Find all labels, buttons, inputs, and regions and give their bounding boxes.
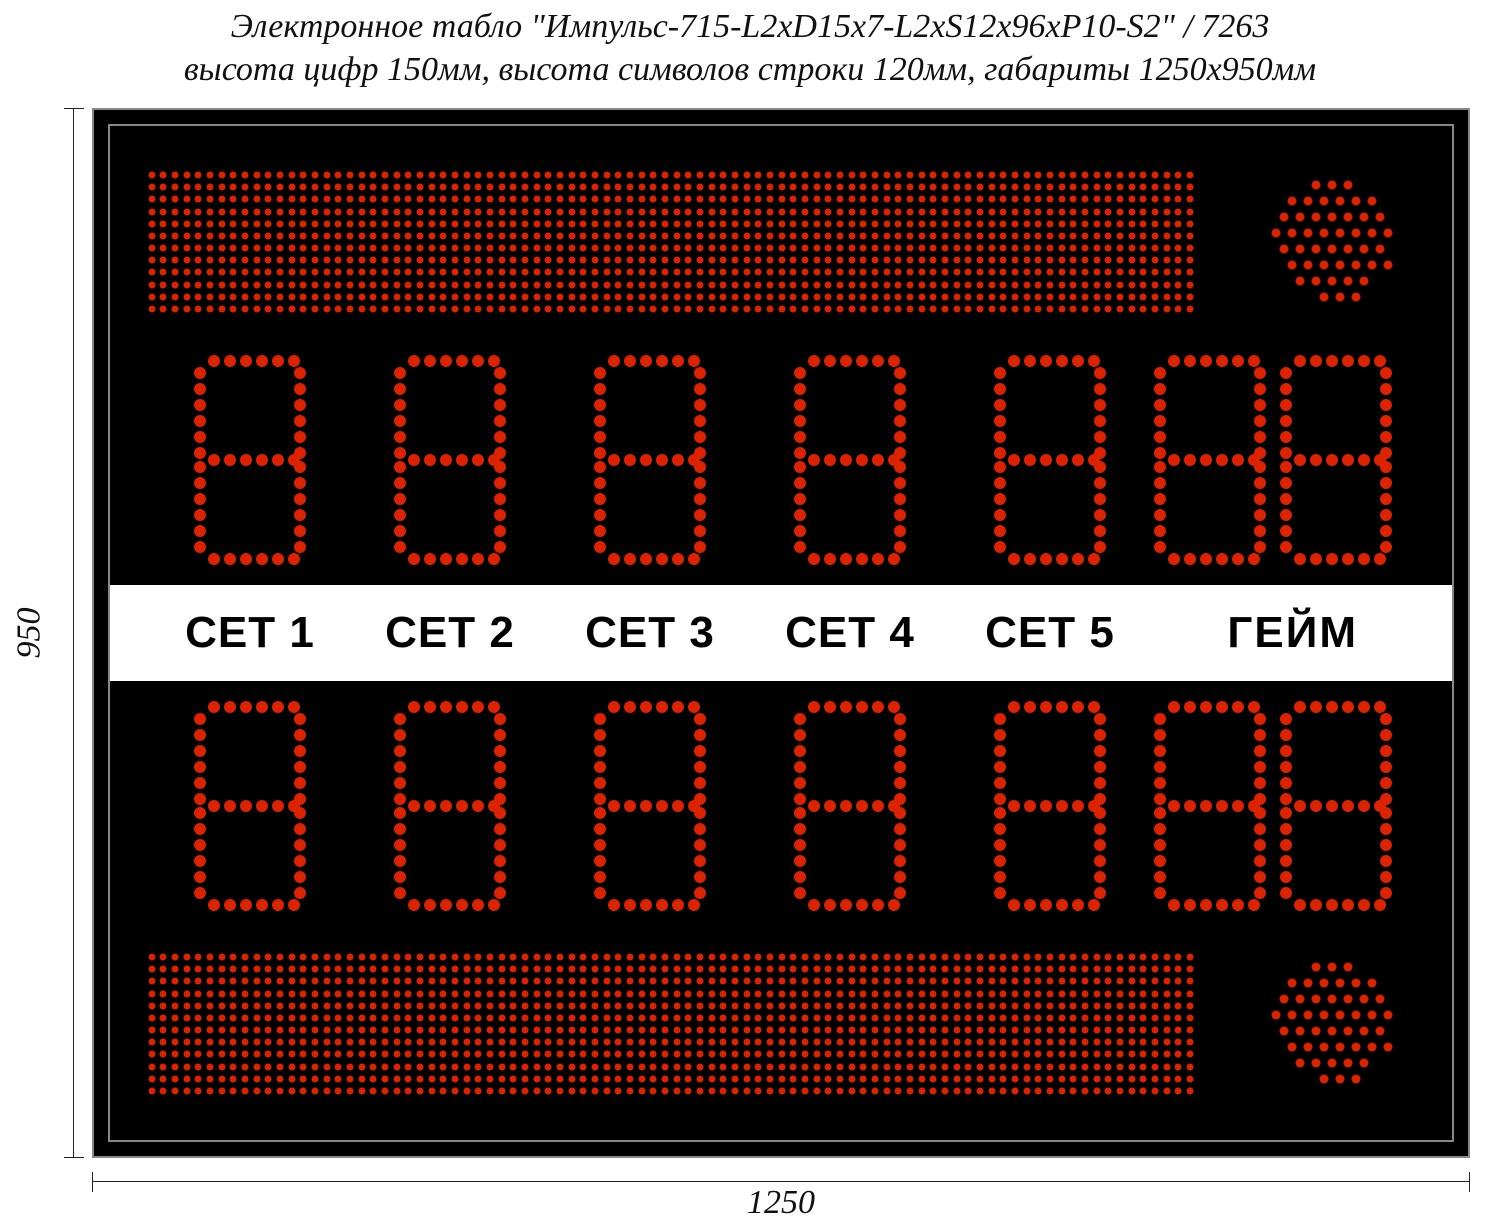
scoreboard-inner: СЕТ 1 СЕТ 2 СЕТ 3 СЕТ 4 СЕТ 5 ГЕЙМ <box>108 124 1454 1142</box>
scoreboard-frame: СЕТ 1 СЕТ 2 СЕТ 3 СЕТ 4 СЕТ 5 ГЕЙМ <box>92 108 1470 1158</box>
serve-indicator-bottom <box>1268 959 1398 1089</box>
dimension-horizontal: 1250 <box>92 1172 1470 1212</box>
digit-top-set2 <box>394 355 506 565</box>
digit-top-game-2 <box>1280 355 1392 565</box>
label-set2: СЕТ 2 <box>350 608 550 658</box>
digit-top-set3 <box>594 355 706 565</box>
label-set1: СЕТ 1 <box>150 608 350 658</box>
digit-bottom-set5 <box>994 701 1106 911</box>
bottom-led-matrix <box>146 951 1196 1097</box>
label-game: ГЕЙМ <box>1150 608 1422 658</box>
label-set4: СЕТ 4 <box>750 608 950 658</box>
digit-bottom-set1 <box>194 701 306 911</box>
digit-bottom-set4 <box>794 701 906 911</box>
top-text-row <box>110 162 1452 322</box>
score-row-bottom <box>110 681 1452 931</box>
dimension-height-label: 950 <box>11 608 49 659</box>
caption-line-2: высота цифр 150мм, высота символов строк… <box>20 49 1480 92</box>
top-led-matrix <box>146 169 1196 315</box>
digit-bottom-set3 <box>594 701 706 911</box>
label-set3: СЕТ 3 <box>550 608 750 658</box>
digit-bottom-set2 <box>394 701 506 911</box>
dimension-width-label: 1250 <box>741 1184 821 1222</box>
labels-strip: СЕТ 1 СЕТ 2 СЕТ 3 СЕТ 4 СЕТ 5 ГЕЙМ <box>110 585 1452 681</box>
digit-bottom-game-1 <box>1154 701 1266 911</box>
digit-bottom-game-2 <box>1280 701 1392 911</box>
digit-top-game-1 <box>1154 355 1266 565</box>
caption-line-1: Электронное табло "Импульс-715-L2xD15x7-… <box>20 6 1480 49</box>
digit-top-set5 <box>994 355 1106 565</box>
digit-top-set1 <box>194 355 306 565</box>
dimension-vertical: 950 <box>64 108 84 1158</box>
digit-top-set4 <box>794 355 906 565</box>
score-row-top <box>110 335 1452 585</box>
label-set5: СЕТ 5 <box>950 608 1150 658</box>
bottom-text-row <box>110 944 1452 1104</box>
serve-indicator-top <box>1268 177 1398 307</box>
diagram: 950 <box>70 100 1470 1170</box>
